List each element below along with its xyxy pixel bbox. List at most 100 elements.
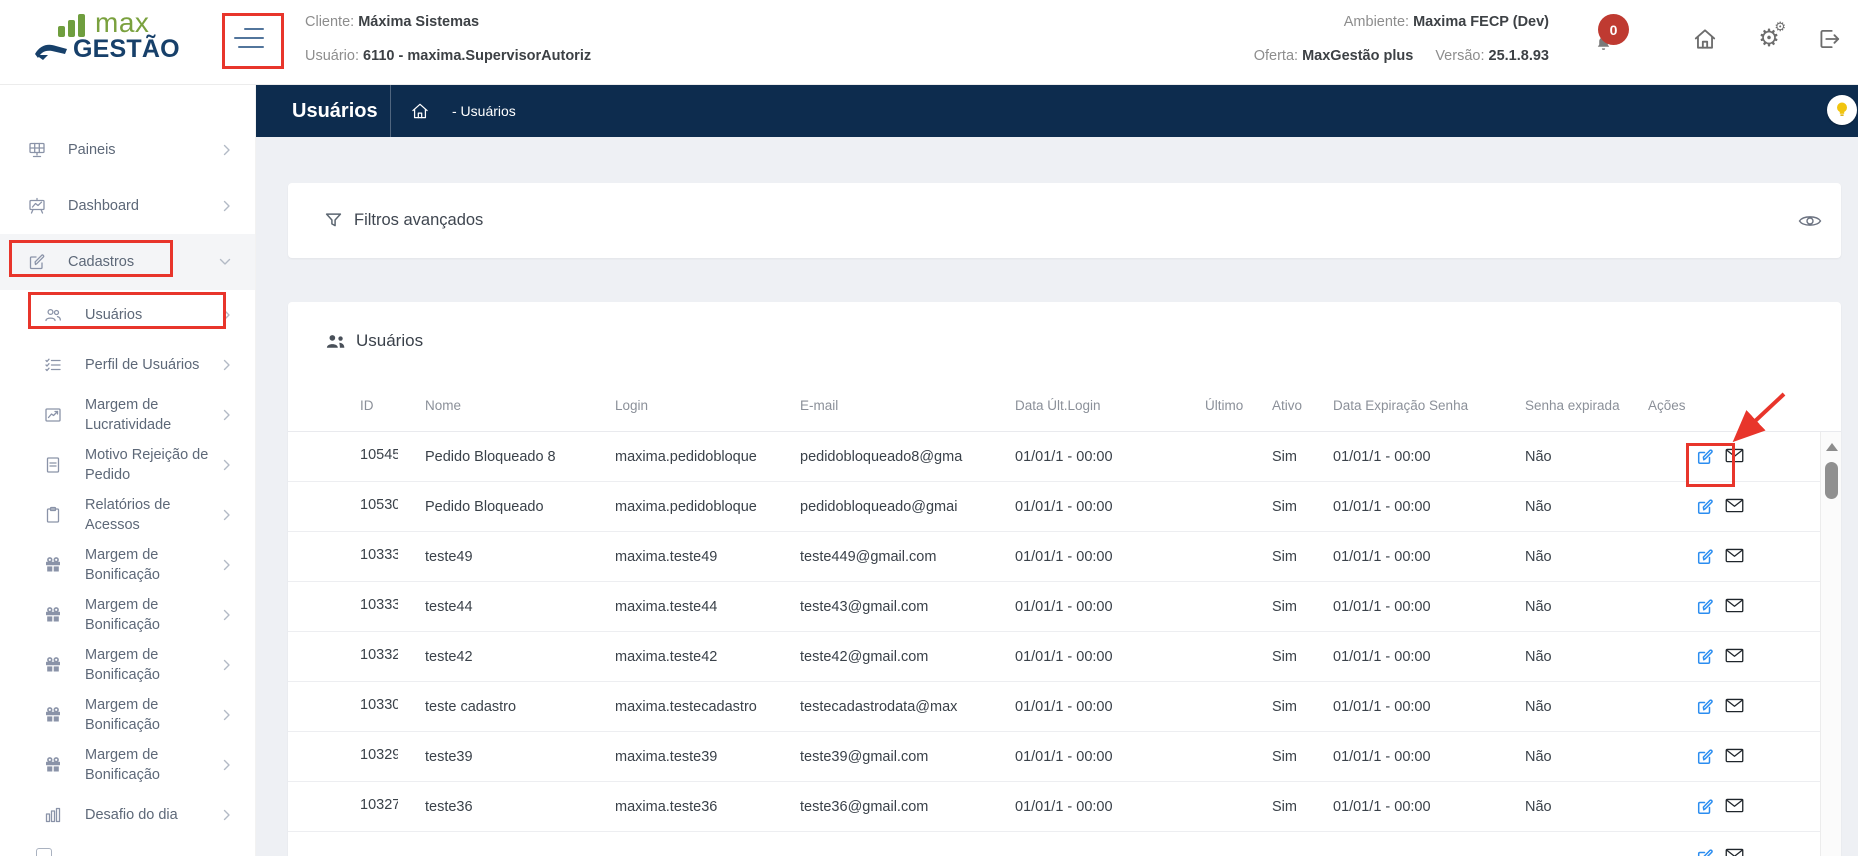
edit-user-icon[interactable] — [1696, 448, 1714, 466]
cell-actions — [1648, 598, 1815, 616]
cell-senha-expirada: Não — [1525, 449, 1648, 465]
cell-ativo: Sim — [1272, 699, 1333, 715]
edit-user-icon[interactable] — [1696, 498, 1714, 516]
sidebar-item-label: Relatórios de Acessos — [85, 495, 217, 535]
chevron-right-icon — [223, 144, 231, 156]
send-email-icon[interactable] — [1725, 798, 1743, 816]
sidebar-item-label: Margem de Bonificação — [85, 695, 217, 735]
sidebar-item-label: Motivo Rejeição de Pedido — [85, 445, 217, 485]
cell-actions — [1648, 448, 1815, 466]
chevron-down-icon — [219, 258, 231, 266]
sidebar-item-cadastros-2[interactable]: Cadastros — [0, 234, 255, 290]
menu-toggle-button[interactable] — [234, 24, 272, 56]
cell-ativo: Sim — [1272, 649, 1333, 665]
table-row-2: 10333teste49maxima.teste49teste449@gmail… — [288, 532, 1841, 582]
bar-chart-icon — [44, 806, 62, 824]
edit-user-icon[interactable] — [1696, 548, 1714, 566]
sidebar-item-motivo-rejeicao-de-pedido-6[interactable]: Motivo Rejeição de Pedido — [0, 440, 255, 490]
home-icon — [1692, 26, 1718, 52]
offer-label: Oferta: — [1254, 48, 1298, 64]
notifications-button[interactable]: 0 — [1594, 12, 1634, 58]
home-button[interactable] — [1688, 22, 1722, 56]
table-header-row: IDNomeLoginE-mailData Últ.LoginÚltimoAti… — [288, 380, 1841, 432]
table-scrollbar[interactable] — [1820, 432, 1841, 856]
sidebar-item-label: Margem de Bonificação — [85, 745, 217, 785]
sidebar-item-margem-de-bonificacao-11[interactable]: Margem de Bonificação — [0, 690, 255, 740]
send-email-icon[interactable] — [1725, 698, 1743, 716]
sidebar-item-margem-de-lucratividade-5[interactable]: Margem de Lucratividade — [0, 390, 255, 440]
sidebar-item-usuarios-3[interactable]: Usuários — [0, 290, 255, 340]
cell-data-expiracao-senha: 01/01/1 - 00:00 — [1333, 449, 1525, 465]
users-card-title: Usuários — [356, 331, 423, 351]
send-email-icon[interactable] — [1725, 448, 1743, 466]
advanced-filters-card: Filtros avançados — [288, 183, 1841, 258]
cell-id: 10329 — [360, 747, 425, 767]
help-tips-button[interactable] — [1827, 95, 1857, 125]
send-email-icon[interactable] — [1725, 498, 1743, 516]
top-header: max GESTÃO Cliente: Máxima Sistemas Usuá… — [0, 0, 1858, 85]
sidebar-item-relatorios-de-acessos-7[interactable]: Relatórios de Acessos — [0, 490, 255, 540]
edit-user-icon[interactable] — [1696, 798, 1714, 816]
gift-icon — [44, 606, 62, 624]
cell-ativo: Sim — [1272, 499, 1333, 515]
sidebar-item-dashboard-1[interactable]: Dashboard — [0, 178, 255, 234]
main-content: Filtros avançados Usuários IDNome — [256, 137, 1858, 856]
sidebar-item-margem-de-bonificacao-9[interactable]: Margem de Bonificação — [0, 590, 255, 640]
cell-id: 10327 — [360, 797, 425, 817]
scrollbar-thumb[interactable] — [1825, 462, 1838, 499]
filter-funnel-icon — [325, 212, 342, 229]
sidebar-item-margem-de-bonificacao-10[interactable]: Margem de Bonificação — [0, 640, 255, 690]
sidebar-item-margem-de-bonificacao-12[interactable]: Margem de Bonificação — [0, 740, 255, 790]
cell-email: teste36@gmail.com — [800, 799, 1015, 815]
users-card-header: Usuários — [288, 302, 1841, 380]
table-row-7: 10327teste36maxima.teste36teste36@gmail.… — [288, 782, 1841, 832]
sidebar-item-paineis-0[interactable]: Paineis — [0, 122, 255, 178]
table-row-1: 10530Pedido Bloqueadomaxima.pedidobloque… — [288, 482, 1841, 532]
cell-id: 10333 — [360, 597, 425, 617]
cell-actions — [1648, 748, 1815, 766]
sidebar-item-margem-de-bonificacao-8[interactable]: Margem de Bonificação — [0, 540, 255, 590]
edit-user-icon[interactable] — [1696, 748, 1714, 766]
sidebar-item-perfil-de-usuarios-4[interactable]: Perfil de Usuários — [0, 340, 255, 390]
scroll-up-arrow-icon[interactable] — [1826, 443, 1838, 451]
logout-button[interactable] — [1812, 22, 1846, 56]
settings-button[interactable]: ⚙ ⚙ — [1752, 22, 1786, 56]
sidebar-item-desafio-do-dia-13[interactable]: Desafio do dia — [0, 790, 255, 840]
col-ultimo: Último — [1205, 398, 1272, 413]
cell-nome: teste36 — [425, 799, 615, 815]
breadcrumb-home-link[interactable] — [410, 101, 430, 121]
client-value: Máxima Sistemas — [358, 14, 479, 30]
send-email-icon[interactable] — [1725, 648, 1743, 666]
table-row-5: 10330teste cadastromaxima.testecadastrot… — [288, 682, 1841, 732]
sidebar-item-label: Margem de Bonificação — [85, 595, 217, 635]
document-icon — [44, 456, 62, 474]
logo-text-max: max — [95, 9, 149, 37]
cell-nome: teste39 — [425, 749, 615, 765]
cell-senha-expirada: Não — [1525, 699, 1648, 715]
edit-user-icon[interactable] — [1696, 648, 1714, 666]
send-email-icon[interactable] — [1725, 748, 1743, 766]
edit-user-icon[interactable] — [1696, 698, 1714, 716]
sidebar-item-label: Desafio do dia — [85, 805, 178, 825]
edit-user-icon[interactable] — [1696, 598, 1714, 616]
cell-email: pedidobloqueado8@gma — [800, 449, 1015, 465]
send-email-icon[interactable] — [1725, 848, 1743, 856]
cell-email: teste449@gmail.com — [800, 549, 1015, 565]
send-email-icon[interactable] — [1725, 598, 1743, 616]
edit-user-icon[interactable] — [1696, 848, 1714, 856]
send-email-icon[interactable] — [1725, 548, 1743, 566]
cell-data-ult-login: 01/01/1 - 00:00 — [1015, 599, 1205, 615]
cell-data-ult-login: 01/01/1 - 00:00 — [1015, 699, 1205, 715]
advanced-filters-toggle[interactable]: Filtros avançados — [288, 183, 1841, 258]
col-data-expiracao-senha: Data Expiração Senha — [1333, 398, 1525, 413]
table-row-8 — [288, 832, 1841, 856]
version-label: Versão: — [1435, 48, 1484, 64]
cell-ativo: Sim — [1272, 549, 1333, 565]
page-title: Usuários — [292, 85, 378, 137]
sidebar-item-label: Cadastros — [68, 252, 134, 272]
gift-icon — [44, 756, 62, 774]
chevron-right-icon — [223, 659, 231, 671]
dashboard-icon — [28, 197, 46, 215]
toggle-visibility-eye-icon[interactable] — [1798, 213, 1822, 229]
table-body: 10545Pedido Bloqueado 8maxima.pedidobloq… — [288, 432, 1841, 856]
